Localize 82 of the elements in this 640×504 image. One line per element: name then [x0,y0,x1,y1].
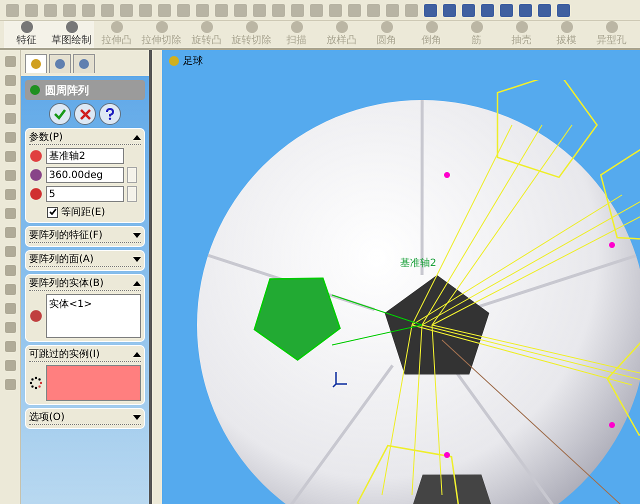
checkbox[interactable] [47,206,58,218]
collapse-arrow-icon[interactable] [133,134,141,140]
sketch-tool-icon[interactable] [4,75,16,86]
toolbar-icon[interactable] [519,4,532,16]
pattern-icon [29,84,41,96]
toolbar-icon[interactable] [462,4,475,16]
sketch-tool-icon[interactable] [4,360,16,371]
sketch-tool-icon[interactable] [4,303,16,314]
command-button[interactable]: 圆角 [364,21,409,48]
toolbar-icon[interactable] [557,4,570,16]
command-button[interactable]: 抽壳 [499,21,544,48]
feature-title: 圆周阵列 [45,82,89,98]
angle-field[interactable]: 360.00deg [46,167,124,183]
sketch-tool-icon[interactable] [4,94,16,105]
toolbar-icon[interactable] [500,4,513,16]
toolbar-icon[interactable] [538,4,551,16]
sketch-tool-icon[interactable] [4,151,16,162]
command-button[interactable]: 倒角 [409,21,454,48]
section-title: 要阵列的实体(B) [29,276,104,290]
sketch-tool-icon[interactable] [4,284,16,295]
expand-arrow-icon[interactable] [133,256,141,262]
count-field[interactable]: 5 [46,186,124,202]
command-button[interactable]: 草图绘制 [49,21,94,48]
cancel-button[interactable] [74,103,96,125]
panel-tab[interactable] [73,54,95,73]
toolbar-icon[interactable] [481,4,494,16]
list-item[interactable]: 实体<1> [49,297,138,311]
sketch-tool-icon[interactable] [4,113,16,124]
toolbar-icon[interactable] [443,4,456,16]
sketch-tool-icon[interactable] [4,379,16,390]
command-button[interactable]: 拉伸切除 [139,21,184,48]
command-button[interactable]: 旋转切除 [229,21,274,48]
spinner[interactable] [127,186,137,202]
command-button[interactable]: 拔模 [544,21,589,48]
command-button[interactable]: 异型孔 [589,21,634,48]
sketch-tool-icon[interactable] [4,227,16,238]
tab-icon [54,58,66,70]
command-button[interactable]: 旋转凸 [184,21,229,48]
panel-tab[interactable] [25,54,47,73]
section-title: 要阵列的特征(F) [29,228,103,242]
panel-tab[interactable] [49,54,71,73]
tab-icon [78,58,90,70]
section-title: 要阵列的面(A) [29,252,94,266]
expand-arrow-icon[interactable] [133,232,141,238]
close-icon [80,108,90,120]
part-name: 足球 [183,54,203,68]
command-button[interactable]: 筋 [454,21,499,48]
section-title: 参数(P) [29,130,63,144]
spinner[interactable] [127,167,137,183]
ok-button[interactable] [49,103,71,125]
help-button[interactable] [99,103,121,125]
collapse-arrow-icon[interactable] [133,280,141,286]
axis-label: 基准轴2 [400,256,436,270]
dotted-circle-icon [29,376,43,390]
checkbox-label: 等间距(E) [61,206,106,219]
sketch-tool-icon[interactable] [4,56,16,67]
triad-icon [332,370,348,388]
sketch-tool-icon[interactable] [4,341,16,352]
instance-list[interactable] [46,365,141,401]
command-button[interactable]: 放样凸 [319,21,364,48]
tab-icon [30,58,42,70]
toolbar-icon[interactable] [424,4,437,16]
command-button[interactable]: 特征 [4,21,49,48]
sketch-tool-icon[interactable] [4,246,16,257]
body-list[interactable]: 实体<1> [46,294,141,338]
sketch-tool-icon[interactable] [4,208,16,219]
help-icon [105,108,115,120]
expand-arrow-icon[interactable] [133,414,141,420]
sketch-tool-icon[interactable] [4,322,16,333]
command-button[interactable]: 拉伸凸 [94,21,139,48]
check-icon [48,208,56,216]
command-button[interactable]: 扫描 [274,21,319,48]
sketch-tool-icon[interactable] [4,265,16,276]
sketch-tool-icon[interactable] [4,189,16,200]
section-title: 可跳过的实例(I) [29,348,100,361]
part-icon [168,55,180,67]
collapse-arrow-icon[interactable] [133,352,141,356]
sketch-tool-icon[interactable] [4,132,16,143]
sketch-tool-icon[interactable] [4,170,16,181]
section-title: 选项(O) [29,410,65,424]
axis-field[interactable]: 基准轴2 [46,148,124,164]
checkmark-icon [54,108,66,120]
